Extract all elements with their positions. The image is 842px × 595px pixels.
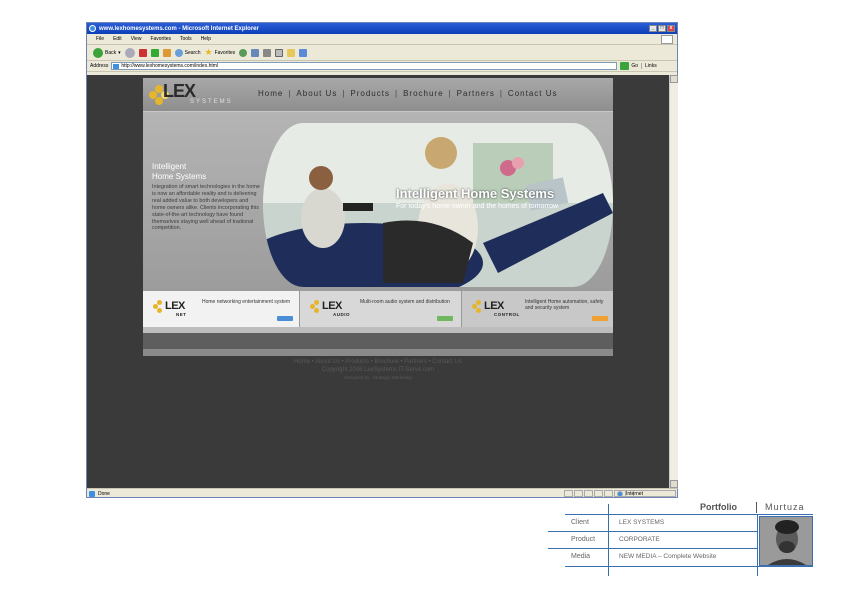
- address-bar: Address http://www.lexhomesystems.com/in…: [87, 61, 677, 72]
- folder-icon[interactable]: [287, 48, 296, 57]
- mail-icon[interactable]: [251, 48, 260, 57]
- product-desc-net: Home networking entertainment system: [202, 299, 291, 305]
- star-icon: ★: [204, 47, 213, 57]
- product-card-control[interactable]: LEX CONTROL Intelligent Home automation,…: [461, 291, 613, 327]
- net-more-button[interactable]: [277, 316, 293, 321]
- grid-line: [548, 531, 758, 532]
- hero-title-line2: Home Systems: [152, 172, 207, 181]
- control-more-button[interactable]: [592, 316, 608, 321]
- product-desc-audio: Multi-room audio system and distribution: [360, 299, 450, 305]
- favorites-button[interactable]: ★ Favorites: [204, 47, 235, 58]
- grid-line: [565, 514, 813, 515]
- history-icon[interactable]: [239, 48, 248, 57]
- hero-body: Integration of smart technologies in the…: [152, 184, 260, 232]
- security-zone: Internet: [614, 490, 676, 497]
- site-nav: Home | About Us | Products | Brochure | Part…: [258, 89, 558, 98]
- footer-copyright: Copyright 2006 LexSystems IT-Serve.com: [321, 367, 435, 373]
- scroll-up-button[interactable]: [670, 75, 678, 83]
- site-footer: Home • About Us • Products • Brochure • …: [143, 358, 613, 382]
- menu-favorites[interactable]: Favorites: [150, 36, 171, 42]
- back-button[interactable]: Back ▾: [93, 47, 121, 58]
- address-label: Address: [90, 63, 109, 69]
- nav-about-us[interactable]: About Us: [296, 89, 337, 98]
- status-text: Done: [98, 490, 110, 497]
- hero-section: Intelligent Home Systems Integration of …: [143, 111, 613, 291]
- globe-icon: [617, 490, 623, 497]
- grid-line: [548, 548, 758, 549]
- product-card-audio[interactable]: LEX AUDIO Multi-room audio system and di…: [299, 291, 461, 327]
- portfolio-heading: Portfolio: [700, 502, 737, 512]
- nav-home[interactable]: Home: [258, 89, 283, 98]
- stop-icon[interactable]: [138, 48, 147, 57]
- status-bar: Done Internet: [87, 488, 678, 498]
- product-strip: LEX NET Home networking entertainment sy…: [143, 291, 613, 327]
- menu-edit[interactable]: Edit: [113, 36, 122, 42]
- info-row-media: Media NEW MEDIA – Complete Website: [571, 553, 717, 560]
- photo-headline: Intelligent Home Systems: [396, 186, 555, 201]
- product-desc-control: Intelligent Home automation, safety and …: [525, 299, 604, 311]
- title-bar: www.lexhomesystems.com - Microsoft Inter…: [87, 23, 677, 34]
- messenger-icon[interactable]: [299, 48, 308, 57]
- logo-subtext: SYSTEMS: [190, 99, 233, 105]
- photo-subheadline: For today's home owner and the homes of …: [396, 203, 559, 210]
- edit-icon[interactable]: [275, 48, 284, 57]
- window-title: www.lexhomesystems.com - Microsoft Inter…: [99, 25, 259, 32]
- home-icon[interactable]: [162, 48, 171, 57]
- footer-links[interactable]: Home • About Us • Products • Brochure • …: [143, 358, 613, 366]
- divider: [756, 502, 757, 513]
- search-button[interactable]: Search: [174, 48, 200, 57]
- info-row-product: Product CORPORATE: [571, 536, 660, 543]
- nav-brochure[interactable]: Brochure: [403, 89, 443, 98]
- back-arrow-icon: [93, 47, 103, 58]
- minimize-button[interactable]: _: [649, 25, 657, 32]
- maximize-button[interactable]: □: [658, 25, 666, 32]
- ie-icon: [89, 25, 96, 32]
- hero-photo: Intelligent Home Systems For today's hom…: [263, 123, 613, 287]
- info-row-client: Client LEX SYSTEMS: [571, 519, 665, 526]
- menu-view[interactable]: View: [131, 36, 142, 42]
- author-avatar: [759, 516, 813, 566]
- browser-window: www.lexhomesystems.com - Microsoft Inter…: [86, 22, 678, 498]
- menu-bar: File Edit View Favorites Tools Help: [87, 34, 677, 45]
- hero-text-block: Intelligent Home Systems Integration of …: [152, 162, 260, 232]
- menu-help[interactable]: Help: [201, 36, 211, 42]
- print-icon[interactable]: [263, 48, 272, 57]
- menu-file[interactable]: File: [96, 36, 104, 42]
- audio-more-button[interactable]: [437, 316, 453, 321]
- go-button[interactable]: Go: [620, 62, 638, 70]
- page-icon: [89, 490, 95, 497]
- grid-line: [565, 566, 813, 567]
- footer-designed-by: Designed by : Strategic Marketing: [344, 375, 412, 380]
- go-arrow-icon: [620, 62, 630, 70]
- page-viewport: LEX SYSTEMS Home | About Us | Products | Br…: [87, 75, 669, 488]
- toolbar: Back ▾ Search ★ Favorites: [87, 45, 677, 61]
- menu-tools[interactable]: Tools: [180, 36, 192, 42]
- search-icon: [174, 48, 183, 57]
- forward-button[interactable]: [124, 47, 135, 58]
- address-input[interactable]: http://www.lexhomesystems.com/index.html: [111, 62, 618, 70]
- site-bottom-bar: [143, 327, 613, 349]
- nav-contact-us[interactable]: Contact Us: [508, 89, 558, 98]
- nav-partners[interactable]: Partners: [457, 89, 495, 98]
- hero-title-line1: Intelligent: [152, 162, 187, 171]
- windows-logo-icon: [661, 35, 673, 44]
- site-logo[interactable]: LEX SYSTEMS: [149, 80, 231, 108]
- vertical-scrollbar[interactable]: [669, 75, 678, 488]
- links-button[interactable]: Links: [641, 63, 657, 69]
- author-name: Murtuza: [765, 502, 805, 512]
- scroll-down-button[interactable]: [670, 480, 678, 488]
- close-button[interactable]: x: [667, 25, 675, 32]
- site-header: LEX SYSTEMS Home | About Us | Products | Br…: [143, 78, 613, 111]
- website-container: LEX SYSTEMS Home | About Us | Products | Br…: [143, 78, 613, 356]
- refresh-icon[interactable]: [150, 48, 159, 57]
- nav-products[interactable]: Products: [350, 89, 390, 98]
- product-card-net[interactable]: LEX NET Home networking entertainment sy…: [143, 291, 299, 327]
